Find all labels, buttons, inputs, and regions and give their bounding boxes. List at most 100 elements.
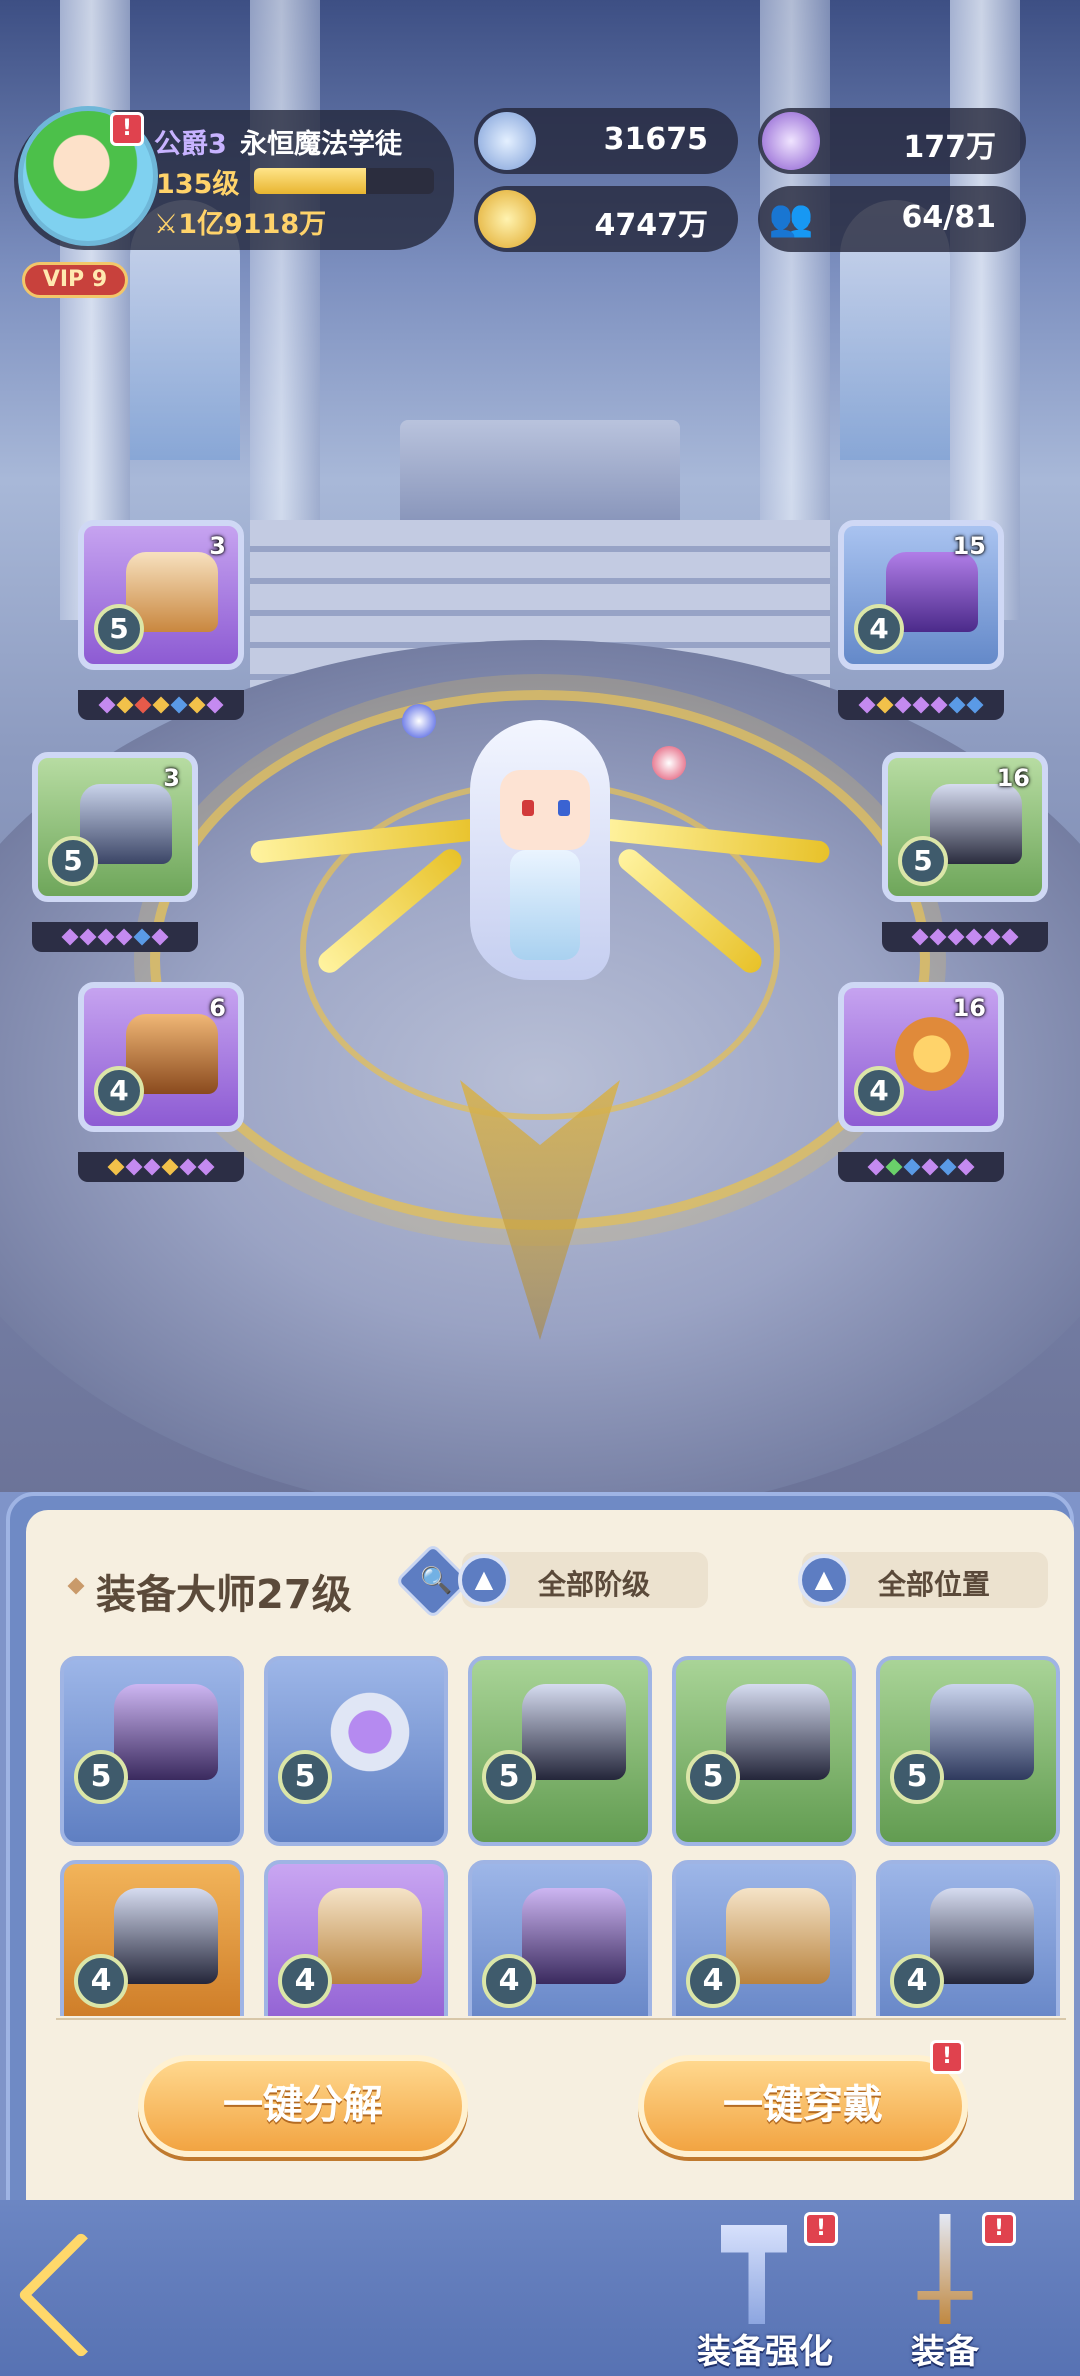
purple-coin-icon [762,112,820,170]
helmet-icon [726,1888,830,1984]
slot-level: 4 [94,1066,144,1116]
inventory-item[interactable]: 5 [468,1656,652,1846]
equip-slot-hat[interactable]: 15 4 [838,520,1004,670]
boots-icon [522,1888,626,1984]
hero-face [500,770,590,850]
members-counter[interactable]: 👥 64/81 [758,186,1026,252]
player-rank: 公爵3 [154,129,227,160]
item-level: 4 [890,1954,944,2008]
tab-equipment-label: 装备 [911,2332,979,2372]
ring-icon [318,1684,422,1780]
arrow-up-icon: ▲ [798,1554,850,1606]
red-orb [652,746,686,780]
hero-eye [558,800,570,816]
gem-counter[interactable]: 31675 [474,108,738,174]
slot-level: 5 [48,836,98,886]
item-level: 5 [890,1750,944,1804]
hero-eye [522,800,534,816]
inventory-grid[interactable]: 5 5 5 5 5 4 4 4 4 4 [60,1656,1070,2016]
equip-slot-armor[interactable]: 3 5 [32,752,198,902]
panel-frame: 装备大师27级 🔍 ▲ 全部阶级 ▲ 全部位置 5555544444 一键分解 … [6,1492,1074,2206]
inventory-item[interactable]: 5 [672,1656,856,1846]
equip-slot-pants[interactable]: 16 5 [882,752,1048,902]
hero-body [510,850,580,960]
slot-level: 5 [94,604,144,654]
player-level: 135级 [156,169,240,200]
inventory-item[interactable]: 5 [264,1656,448,1846]
inventory-item[interactable]: 4 [876,1860,1060,2016]
player-power: ⚔1亿9118万 [154,202,326,241]
pants-icon [522,1684,626,1780]
slot-count: 15 [952,532,986,560]
pants-icon [726,1684,830,1780]
alert-badge: ! [982,2212,1016,2246]
armor-icon [930,1684,1034,1780]
slot-count: 6 [209,994,226,1022]
coin-counter[interactable]: 4747万 [474,186,738,252]
equipment-master-title: 装备大师27级 [96,1572,352,1618]
divider [56,2018,1066,2020]
tab-enhance-label: 装备强化 [697,2332,833,2372]
player-title: 永恒魔法学徒 [240,129,402,160]
equip-all-button[interactable]: 一键穿戴 [638,2055,968,2157]
equip-slot-ring[interactable]: 16 4 [838,982,1004,1132]
inventory-item[interactable]: 4 [264,1860,448,2016]
boots-icon [114,1684,218,1780]
item-level: 4 [74,1954,128,2008]
gem-row [78,690,244,720]
player-profile[interactable]: ! 公爵3 永恒魔法学徒 135级 ⚔1亿9118万 [14,106,454,250]
vip-badge[interactable]: VIP 9 [22,262,128,298]
helmet-icon [318,1888,422,1984]
level-progress-bar [254,168,434,194]
purple-currency-counter[interactable]: 177万 [758,108,1026,174]
decompose-all-button[interactable]: 一键分解 [138,2055,468,2157]
pants-icon [114,1888,218,1984]
slot-count: 3 [163,764,180,792]
inventory-item[interactable]: 4 [468,1860,652,2016]
gem-value: 31675 [603,122,708,157]
inventory-item[interactable]: 5 [60,1656,244,1846]
power-value: 1亿9118万 [178,209,327,240]
inventory-item[interactable]: 4 [60,1860,244,2016]
filter-tier-dropdown[interactable]: ▲ 全部阶级 [458,1552,708,1608]
members-value: 64/81 [901,200,996,235]
filter-tier-label: 全部阶级 [538,1568,651,1601]
altar [400,420,680,530]
level-progress-fill [254,168,366,194]
back-button[interactable] [17,2231,145,2359]
bottom-nav: 装备强化 ! 装备 ! [0,2200,1080,2376]
wing-right [613,844,767,978]
slot-level: 5 [898,836,948,886]
blue-orb [402,704,436,738]
item-level: 5 [482,1750,536,1804]
pants-icon [930,1888,1034,1984]
inventory-item[interactable]: 5 [876,1656,1060,1846]
alert-badge: ! [804,2212,838,2246]
slot-level: 4 [854,604,904,654]
item-level: 4 [686,1954,740,2008]
item-level: 5 [278,1750,332,1804]
gem-row [882,922,1048,952]
inventory-item[interactable]: 4 [672,1860,856,2016]
search-icon: 🔍 [420,1566,453,1596]
equip-slot-helmet[interactable]: 3 5 [78,520,244,670]
diamond-bullet-icon [67,1577,85,1595]
group-icon: 👥 [768,198,814,239]
gold-coin-icon [478,190,536,248]
filter-position-dropdown[interactable]: ▲ 全部位置 [798,1552,1048,1608]
gem-row [838,1152,1004,1182]
alert-badge: ! [110,112,144,146]
item-level: 5 [686,1750,740,1804]
item-level: 5 [74,1750,128,1804]
slot-level: 4 [854,1066,904,1116]
slot-count: 3 [209,532,226,560]
equip-slot-boots[interactable]: 6 4 [78,982,244,1132]
gem-row [78,1152,244,1182]
coin-value: 4747万 [594,208,709,243]
slot-count: 16 [952,994,986,1022]
item-level: 4 [278,1954,332,2008]
hero-character[interactable] [240,690,840,1070]
gem-row [32,922,198,952]
filter-position-label: 全部位置 [878,1568,991,1601]
gem-row [838,690,1004,720]
